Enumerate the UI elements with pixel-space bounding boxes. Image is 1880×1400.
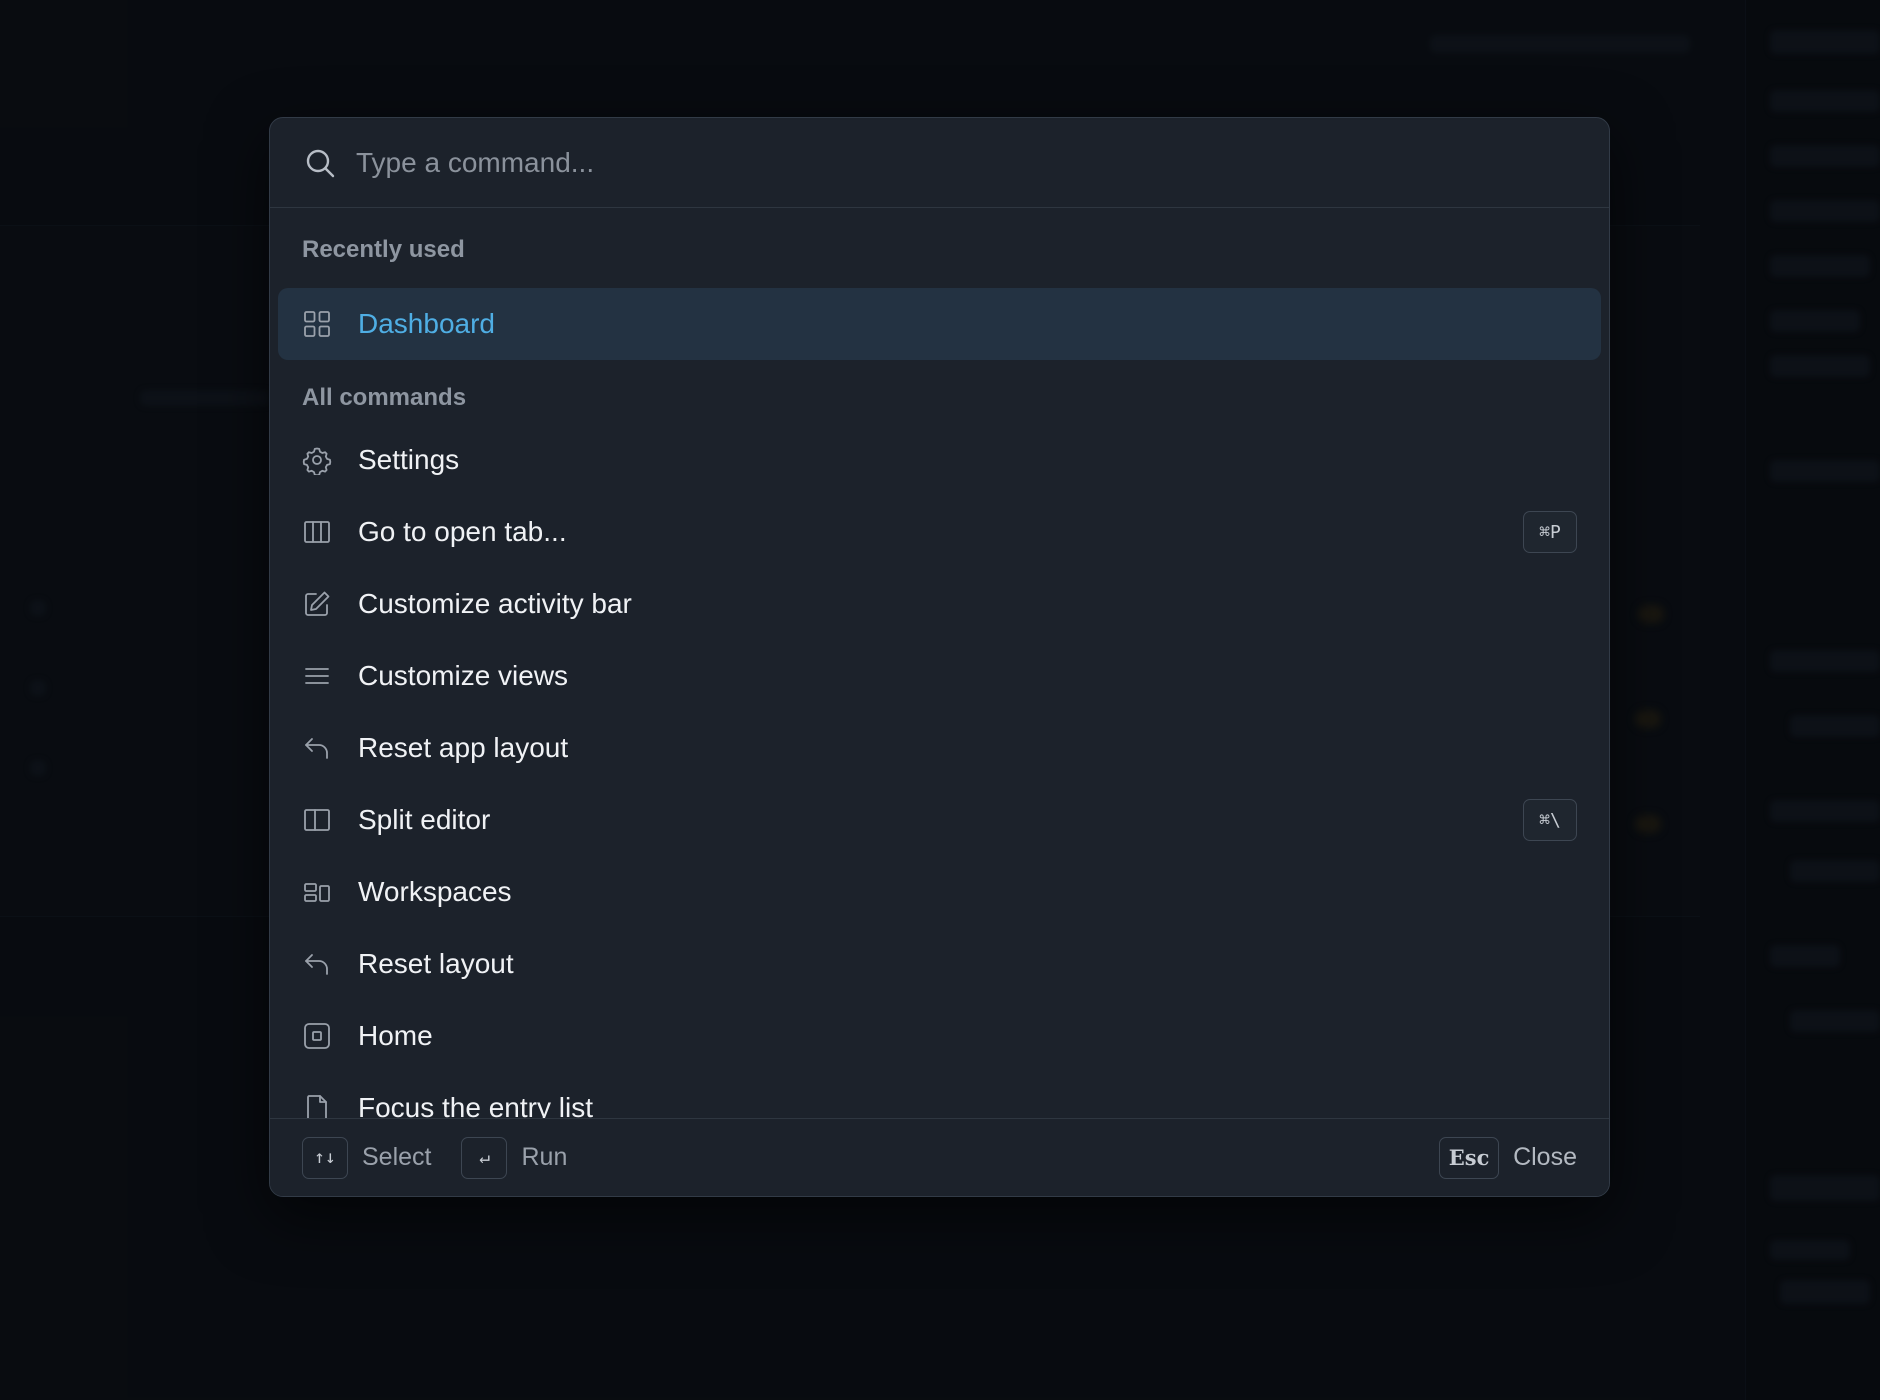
workspaces-icon [302,877,332,907]
command-item-go-to-open-tab[interactable]: Go to open tab... ⌘P [278,496,1601,568]
close-button[interactable]: Esc Close [1439,1136,1577,1179]
hint-select: ↑↓ Select [302,1136,432,1179]
grid-icon [302,309,332,339]
command-item-customize-activity-bar[interactable]: Customize activity bar [278,568,1601,640]
command-label: Reset layout [358,948,514,979]
section-label-recent: Recently used [302,236,465,263]
pencil-icon [302,589,332,619]
hint-label: Run [521,1143,568,1171]
close-label: Close [1513,1143,1577,1171]
command-item-workspaces[interactable]: Workspaces [278,856,1601,928]
command-label: Split editor [358,804,491,835]
command-label: Home [358,1020,433,1051]
command-label: Focus the entry list [358,1092,593,1118]
command-list: Recently used Dashboard All commands Set… [270,208,1609,1118]
columns-icon [302,517,332,547]
command-item-split-editor[interactable]: Split editor ⌘\ [278,784,1601,856]
command-item-reset-layout[interactable]: Reset layout [278,928,1601,1000]
command-item-settings[interactable]: Settings [278,424,1601,496]
command-label: Reset app layout [358,732,569,763]
command-item-customize-views[interactable]: Customize views [278,640,1601,712]
command-item-dashboard[interactable]: Dashboard [278,288,1601,360]
command-label: Go to open tab... [358,516,567,547]
command-label: Customize activity bar [358,588,632,619]
palette-footer: ↑↓ Select ↵ Run Esc Close [270,1118,1609,1196]
hint-label: Select [362,1143,432,1171]
command-label: Workspaces [358,876,512,907]
undo-icon [302,949,332,979]
split-icon [302,805,332,835]
command-item-home[interactable]: Home [278,1000,1601,1072]
command-palette: Recently used Dashboard All commands [269,117,1610,1197]
command-search-input[interactable] [354,145,1609,180]
shortcut-badge: ⌘P [1523,511,1577,553]
gear-icon [302,445,332,475]
arrow-keys-icon: ↑↓ [302,1136,348,1179]
command-label: Settings [358,444,460,475]
esc-key: Esc [1439,1136,1500,1179]
shortcut-badge: ⌘\ [1523,799,1577,841]
command-label: Dashboard [358,308,495,339]
undo-icon [302,733,332,763]
command-item-focus-entry-list[interactable]: Focus the entry list [278,1072,1601,1118]
file-icon [302,1093,332,1118]
menu-icon [302,661,332,691]
search-row [270,118,1609,208]
command-label: Customize views [358,660,569,691]
hint-run: ↵ Run [461,1136,568,1179]
section-label-all: All commands [302,384,467,411]
home-box-icon [302,1021,332,1051]
enter-key-icon: ↵ [461,1136,508,1179]
command-item-reset-app-layout[interactable]: Reset app layout [278,712,1601,784]
search-icon [304,147,336,179]
